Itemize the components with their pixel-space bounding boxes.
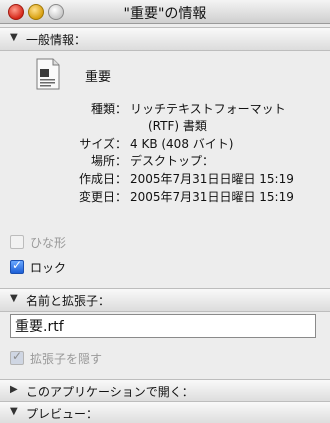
rtf-document-icon [36, 58, 60, 90]
file-name: 重要 [85, 70, 112, 85]
info-size-row: サイズ： 4 KB (408 バイト) [0, 135, 330, 151]
info-location-row: 場所： デスクトップ： [0, 152, 330, 168]
hide-extension-label: 拡張子を隠す [30, 352, 103, 366]
section-name-extension-label: 名前と拡張子： [26, 294, 111, 308]
size-value: 4 KB (408 バイト) [130, 137, 234, 151]
window-title: "重要"の情報 [123, 6, 207, 22]
locked-label: ロック [30, 261, 67, 275]
disclosure-triangle-down-icon[interactable]: ▼ [10, 32, 18, 43]
modified-value: 2005年7月31日日曜日 15:19 [130, 190, 294, 204]
section-open-with[interactable]: ▶ このアプリケーションで開く： [0, 379, 330, 403]
info-modified-row: 変更日： 2005年7月31日日曜日 15:19 [0, 188, 330, 204]
info-kind-row: 種類： リッチテキストフォーマット [0, 100, 330, 116]
disclosure-triangle-down-icon[interactable]: ▼ [10, 406, 18, 417]
kind-value-continued: (RTF) 書類 [148, 119, 207, 133]
stationery-checkbox[interactable] [10, 235, 24, 249]
created-value: 2005年7月31日日曜日 15:19 [130, 172, 294, 186]
info-window: "重要"の情報 ▼ 一般情報： 重要 種類： リッチテキストフォーマット (RT… [0, 0, 330, 423]
location-value: デスクトップ： [130, 154, 215, 168]
title-bar[interactable]: "重要"の情報 [0, 0, 330, 24]
section-preview[interactable]: ▼ プレビュー： [0, 401, 330, 423]
created-label: 作成日： [78, 172, 127, 186]
info-created-row: 作成日： 2005年7月31日日曜日 15:19 [0, 170, 330, 186]
section-general-info[interactable]: ▼ 一般情報： [0, 27, 330, 51]
file-name-input[interactable]: 重要.rtf [10, 314, 316, 338]
size-label: サイズ： [79, 137, 127, 151]
section-open-with-label: このアプリケーションで開く： [26, 385, 194, 399]
kind-label: 種類： [90, 102, 127, 116]
kind-value: リッチテキストフォーマット [130, 102, 286, 116]
modified-label: 変更日： [78, 190, 127, 204]
disclosure-triangle-down-icon[interactable]: ▼ [10, 293, 18, 304]
location-label: 場所： [90, 154, 127, 168]
locked-checkbox[interactable] [10, 258, 24, 274]
stationery-label: ひな形 [30, 236, 67, 250]
hide-extension-checkbox[interactable] [10, 349, 24, 365]
disclosure-triangle-right-icon[interactable]: ▶ [10, 384, 18, 395]
section-preview-label: プレビュー： [26, 407, 99, 421]
section-general-info-label: 一般情報： [26, 33, 87, 47]
section-name-extension[interactable]: ▼ 名前と拡張子： [0, 288, 330, 312]
